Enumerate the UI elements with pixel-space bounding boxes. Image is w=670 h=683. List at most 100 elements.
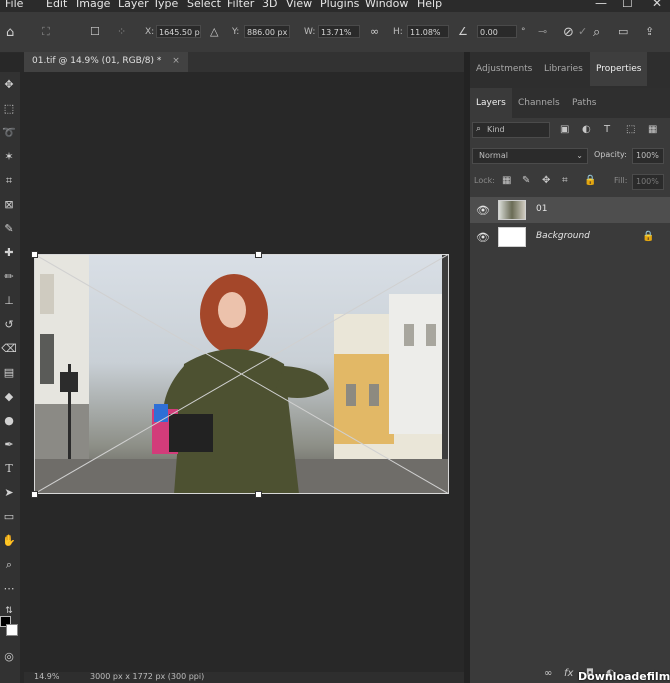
zoom-level[interactable]: 14.9% <box>34 672 59 681</box>
eraser-tool-icon[interactable]: ⌫ <box>0 338 18 360</box>
fx-icon[interactable]: fx <box>564 668 573 679</box>
transform-handle-bl[interactable] <box>31 491 38 498</box>
delta-icon[interactable]: △ <box>210 25 218 38</box>
lock-position-icon[interactable]: ✥ <box>542 175 550 186</box>
menu-image[interactable]: Image <box>76 0 110 10</box>
brush-tool-icon[interactable]: ✏ <box>0 266 18 288</box>
transform-icon[interactable]: ⛶ <box>42 25 50 39</box>
interpolation-icon[interactable]: ⊸ <box>538 25 547 38</box>
reference-point-checkbox[interactable]: ☐ <box>90 25 100 38</box>
close-window-button[interactable]: ✕ <box>652 0 662 10</box>
layer-name[interactable]: Background <box>536 231 590 241</box>
layer-row-background[interactable]: 👁 Background 🔒 <box>470 224 670 250</box>
angle-unit: ° <box>521 27 526 37</box>
commit-check-icon[interactable]: ✓ <box>578 25 587 38</box>
tools-panel: ✥ ⬚ ➰ ✶ ⌗ ⊠ ✎ ✚ ✏ ⊥ ↺ ⌫ ▤ ◆ ● ✒ T ➤ ▭ ✋ … <box>0 72 20 683</box>
marquee-tool-icon[interactable]: ⬚ <box>0 98 18 120</box>
tab-paths[interactable]: Paths <box>566 88 602 118</box>
move-tool-icon[interactable]: ✥ <box>0 74 18 96</box>
minimize-button[interactable]: — <box>595 0 607 10</box>
tab-layers[interactable]: Layers <box>470 88 512 118</box>
link-icon[interactable]: ∞ <box>370 25 379 38</box>
transform-handle-tl[interactable] <box>31 251 38 258</box>
filter-smart-object-icon[interactable]: ▦ <box>648 124 657 135</box>
fill-input[interactable]: 100% <box>632 174 664 190</box>
x-input[interactable]: 1645.50 px <box>156 25 201 38</box>
close-tab-icon[interactable]: × <box>172 56 180 66</box>
menu-filter[interactable]: Filter <box>227 0 254 10</box>
filter-shape-icon[interactable]: ⬚ <box>626 124 635 135</box>
eyedropper-tool-icon[interactable]: ✎ <box>0 218 18 240</box>
maximize-button[interactable]: ☐ <box>622 0 633 10</box>
h-input[interactable]: 11.08% <box>407 25 449 38</box>
history-brush-tool-icon[interactable]: ↺ <box>0 314 18 336</box>
document-tab-bar: 01.tif @ 14.9% (01, RGB/8) * × <box>24 52 464 72</box>
blend-mode-value: Normal <box>479 151 508 160</box>
layer-row-01[interactable]: 👁 01 <box>470 197 670 223</box>
blend-mode-select[interactable]: Normal ⌄ <box>472 148 588 164</box>
lock-pixels-icon[interactable]: ✎ <box>522 175 530 186</box>
document-tab[interactable]: 01.tif @ 14.9% (01, RGB/8) * × <box>24 52 188 72</box>
menu-type[interactable]: Type <box>153 0 178 10</box>
filter-adjustment-icon[interactable]: ◐ <box>582 124 591 135</box>
lock-transparent-icon[interactable]: ▦ <box>502 175 511 186</box>
angle-input[interactable]: 0.00 <box>477 25 517 38</box>
menu-select[interactable]: Select <box>187 0 221 10</box>
angle-icon[interactable]: ∠ <box>458 25 468 38</box>
background-color-swatch[interactable] <box>6 624 18 636</box>
crop-tool-icon[interactable]: ⌗ <box>0 170 18 192</box>
type-tool-icon[interactable]: T <box>0 458 18 480</box>
cancel-icon[interactable]: ⊘ <box>563 25 574 40</box>
menu-view[interactable]: View <box>286 0 312 10</box>
tab-channels[interactable]: Channels <box>512 88 566 118</box>
tab-adjustments[interactable]: Adjustments <box>470 52 538 86</box>
zoom-tool-icon[interactable]: ⌕ <box>0 554 18 576</box>
menu-file[interactable]: File <box>5 0 23 10</box>
gradient-tool-icon[interactable]: ▤ <box>0 362 18 384</box>
layer-thumbnail <box>498 200 526 220</box>
transform-handle-top[interactable] <box>255 251 262 258</box>
more-tools-icon[interactable]: ⋯ <box>0 578 18 600</box>
blur-tool-icon[interactable]: ◆ <box>0 386 18 408</box>
workspace-icon[interactable]: ▭ <box>618 25 628 38</box>
layer-filter-kind[interactable]: Kind <box>472 122 550 138</box>
healing-brush-tool-icon[interactable]: ✚ <box>0 242 18 264</box>
menu-window[interactable]: Window <box>365 0 408 10</box>
clone-stamp-tool-icon[interactable]: ⊥ <box>0 290 18 312</box>
home-icon[interactable]: ⌂ <box>6 25 14 40</box>
filter-type-icon[interactable]: T <box>604 124 610 135</box>
y-input[interactable]: 886.00 px <box>244 25 290 38</box>
menu-edit[interactable]: Edit <box>46 0 67 10</box>
lock-artboard-icon[interactable]: ⌗ <box>562 175 568 186</box>
menu-3d[interactable]: 3D <box>262 0 277 10</box>
rectangle-tool-icon[interactable]: ▭ <box>0 506 18 528</box>
hand-tool-icon[interactable]: ✋ <box>0 530 18 552</box>
tab-libraries[interactable]: Libraries <box>538 52 589 86</box>
pen-tool-icon[interactable]: ✒ <box>0 434 18 456</box>
lock-all-icon[interactable]: 🔒 <box>584 175 596 186</box>
w-label: W: <box>304 27 316 37</box>
lasso-tool-icon[interactable]: ➰ <box>0 122 18 144</box>
layer-panel-tabs: Layers Channels Paths <box>470 88 670 118</box>
eye-icon[interactable]: 👁 <box>476 231 490 244</box>
filter-pixel-icon[interactable]: ▣ <box>560 124 569 135</box>
menu-plugins[interactable]: Plugins <box>320 0 359 10</box>
tab-properties[interactable]: Properties <box>590 52 648 86</box>
frame-tool-icon[interactable]: ⊠ <box>0 194 18 216</box>
opacity-input[interactable]: 100% <box>632 148 664 164</box>
reference-point-icon[interactable]: ⁘ <box>117 25 126 38</box>
share-icon[interactable]: ⇪ <box>645 25 654 38</box>
document-image[interactable] <box>34 254 449 494</box>
search-icon[interactable]: ⌕ <box>593 25 600 40</box>
transform-handle-bottom[interactable] <box>255 491 262 498</box>
layer-name[interactable]: 01 <box>536 204 547 214</box>
menu-help[interactable]: Help <box>417 0 442 10</box>
link-layers-icon[interactable]: ∞ <box>544 668 552 679</box>
menu-layer[interactable]: Layer <box>118 0 149 10</box>
eye-icon[interactable]: 👁 <box>476 204 490 217</box>
path-selection-tool-icon[interactable]: ➤ <box>0 482 18 504</box>
dodge-tool-icon[interactable]: ● <box>0 410 18 432</box>
quick-mask-icon[interactable]: ◎ <box>0 646 18 668</box>
w-input[interactable]: 13.71% <box>318 25 360 38</box>
magic-wand-tool-icon[interactable]: ✶ <box>0 146 18 168</box>
